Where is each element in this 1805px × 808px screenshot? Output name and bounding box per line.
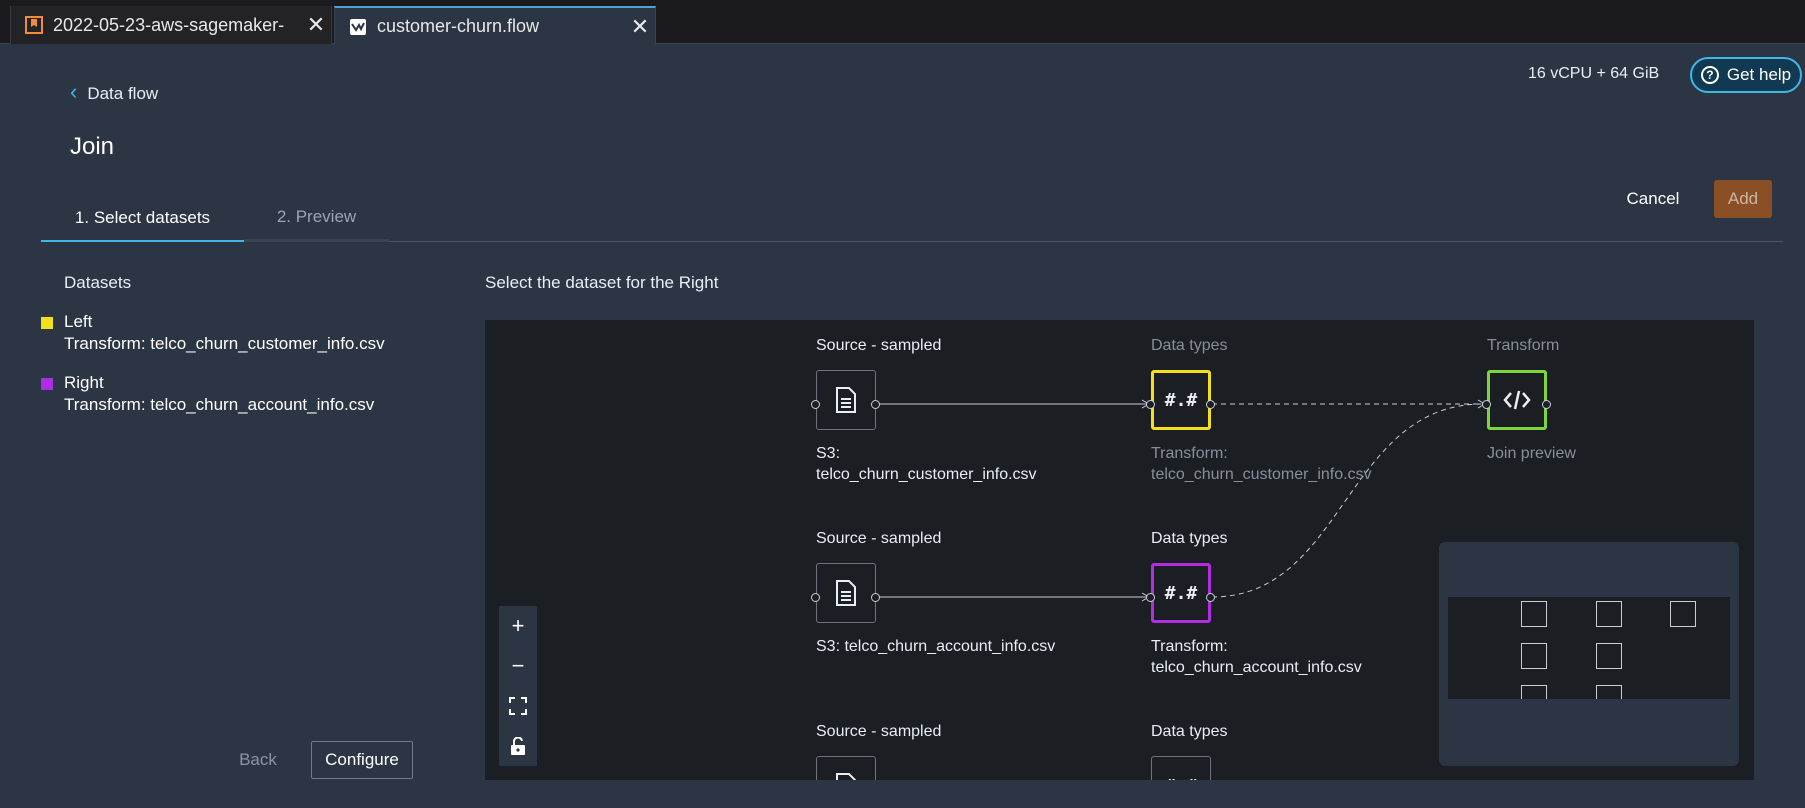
flow-icon	[350, 18, 366, 35]
tab-label: 2022-05-23-aws-sagemaker-	[53, 14, 285, 35]
get-help-label: Get help	[1726, 65, 1792, 84]
port[interactable]	[811, 400, 820, 409]
minimap-node	[1596, 685, 1622, 699]
instance-resource-info: 16 vCPU + 64 GiB	[1528, 65, 1660, 82]
row1-source-label: S3: telco_churn_customer_info.csv	[816, 443, 1037, 485]
row1-dtypes-line1: Transform:	[1151, 445, 1228, 462]
port[interactable]	[1542, 400, 1551, 409]
help-icon: ?	[1700, 66, 1719, 84]
close-icon[interactable]: ✕	[301, 12, 331, 38]
port[interactable]	[871, 400, 880, 409]
get-help-button[interactable]: ? Get help	[1690, 57, 1802, 93]
zoom-in-icon[interactable]: +	[499, 606, 537, 646]
configure-button[interactable]: Configure	[311, 741, 413, 779]
document-icon	[836, 580, 856, 606]
dataset-right-source: Transform: telco_churn_account_info.csv	[64, 395, 375, 414]
minimap-node	[1596, 601, 1622, 627]
row1-source-heading: Source - sampled	[816, 337, 942, 354]
dataset-left-name: Left	[64, 312, 93, 331]
tab-notebook[interactable]: 2022-05-23-aws-sagemaker- ✕	[10, 6, 332, 44]
minimap-node	[1670, 601, 1696, 627]
left-color-swatch	[41, 317, 53, 329]
datasets-heading: Datasets	[64, 273, 132, 292]
port[interactable]	[871, 593, 880, 602]
row3-source-heading: Source - sampled	[816, 723, 942, 740]
port[interactable]	[1206, 593, 1215, 602]
row2-dtypes-heading: Data types	[1151, 530, 1228, 547]
port[interactable]	[1146, 593, 1155, 602]
fit-view-icon[interactable]	[499, 686, 537, 726]
row3-dtypes-heading: Data types	[1151, 723, 1228, 740]
tab-select-datasets[interactable]: 1. Select datasets	[41, 195, 244, 242]
close-icon[interactable]: ✕	[625, 14, 655, 40]
row1-data-types-node[interactable]: #.#	[1151, 370, 1211, 430]
dataset-left-source: Transform: telco_churn_customer_info.csv	[64, 334, 385, 353]
port[interactable]	[1206, 400, 1215, 409]
canvas-prompt: Select the dataset for the Right	[485, 273, 719, 292]
transform-label: Join preview	[1487, 445, 1576, 462]
join-preview-node[interactable]	[1487, 370, 1547, 430]
row2-data-types-node[interactable]: #.#	[1151, 563, 1211, 623]
chevron-left-icon: ‹	[70, 79, 78, 104]
zoom-controls: + −	[499, 606, 537, 766]
document-icon	[836, 773, 856, 780]
right-color-swatch	[41, 378, 53, 390]
row2-source-heading: Source - sampled	[816, 530, 942, 547]
wizard-steps: 1. Select datasets 2. Preview	[41, 195, 1783, 242]
page-title: Join	[70, 133, 115, 160]
notebook-icon	[25, 16, 43, 34]
row1-source-node[interactable]	[816, 370, 876, 430]
code-icon	[1503, 390, 1531, 410]
row1-dtypes-line2: telco_churn_customer_info.csv	[1151, 466, 1372, 483]
minimap-node	[1596, 643, 1622, 669]
row2-dtypes-label: Transform: telco_churn_account_info.csv	[1151, 636, 1362, 678]
row2-source-node[interactable]	[816, 563, 876, 623]
minimap[interactable]	[1439, 542, 1739, 766]
row1-dtypes-label: Transform: telco_churn_customer_info.csv	[1151, 443, 1372, 485]
row1-source-line2: telco_churn_customer_info.csv	[816, 466, 1037, 483]
port[interactable]	[1482, 400, 1491, 409]
minimap-node	[1521, 685, 1547, 699]
row1-source-line1: S3:	[816, 445, 841, 462]
back-button[interactable]: Back	[233, 745, 283, 775]
data-flow-back-link[interactable]: ‹ Data flow	[70, 79, 159, 105]
add-button[interactable]: Add	[1714, 180, 1772, 218]
minimap-viewport	[1448, 597, 1730, 699]
lock-icon[interactable]	[499, 726, 537, 766]
flow-canvas[interactable]: Source - sampled S3: telco_churn_custome…	[485, 320, 1754, 780]
minimap-node	[1521, 643, 1547, 669]
editor-tab-bar: 2022-05-23-aws-sagemaker- ✕ customer-chu…	[0, 0, 1805, 45]
document-icon	[836, 387, 856, 413]
transform-heading: Transform	[1487, 337, 1560, 354]
row2-dtypes-line2: telco_churn_account_info.csv	[1151, 659, 1362, 676]
port[interactable]	[1146, 400, 1155, 409]
row3-source-node[interactable]	[816, 756, 876, 780]
row1-dtypes-heading: Data types	[1151, 337, 1228, 354]
row2-dtypes-line1: Transform:	[1151, 638, 1228, 655]
minimap-node	[1521, 601, 1547, 627]
row2-source-label: S3: telco_churn_account_info.csv	[816, 638, 1056, 655]
cancel-button[interactable]: Cancel	[1618, 182, 1688, 216]
zoom-out-icon[interactable]: −	[499, 646, 537, 686]
dataset-right-name: Right	[64, 373, 104, 392]
tab-flow[interactable]: customer-churn.flow ✕	[334, 6, 656, 45]
back-link-label: Data flow	[87, 83, 159, 103]
tab-label: customer-churn.flow	[377, 16, 540, 36]
row3-data-types-node[interactable]: #.#	[1151, 756, 1211, 780]
tab-preview[interactable]: 2. Preview	[244, 195, 389, 242]
port[interactable]	[811, 593, 820, 602]
